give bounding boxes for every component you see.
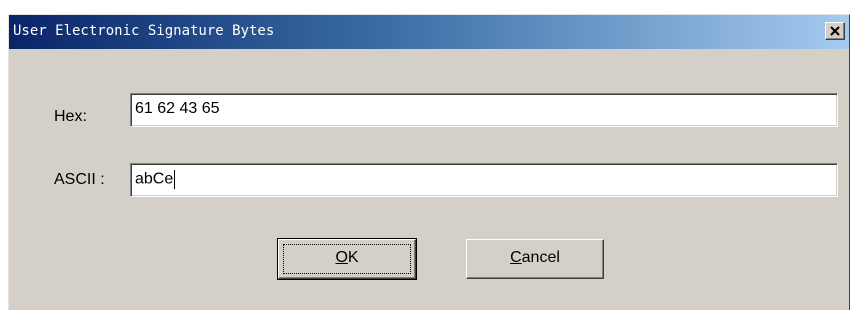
cancel-mnemonic: C (510, 249, 522, 266)
ok-button-label: OK (335, 249, 358, 266)
signature-bytes-dialog: User Electronic Signature Bytes Hex: 61 … (8, 14, 850, 310)
close-button[interactable] (825, 22, 845, 40)
ascii-input[interactable]: abCe (130, 163, 838, 197)
ok-button[interactable]: OK (277, 238, 417, 280)
window-title: User Electronic Signature Bytes (13, 23, 275, 39)
cancel-label-rest: ancel (521, 249, 560, 266)
close-icon (830, 26, 840, 36)
text-caret (174, 170, 176, 189)
ascii-label: ASCII : (54, 171, 105, 188)
hex-label: Hex: (54, 108, 87, 125)
cancel-button-label: Cancel (510, 249, 560, 266)
ascii-content: abCe (135, 170, 176, 189)
ok-mnemonic: O (335, 249, 348, 266)
hex-input[interactable]: 61 62 43 65 (130, 93, 838, 127)
title-bar[interactable]: User Electronic Signature Bytes (9, 15, 849, 49)
ascii-value: abCe (135, 170, 174, 188)
cancel-button[interactable]: Cancel (466, 239, 604, 279)
ok-label-rest: K (347, 249, 359, 266)
hex-value: 61 62 43 65 (135, 100, 220, 117)
